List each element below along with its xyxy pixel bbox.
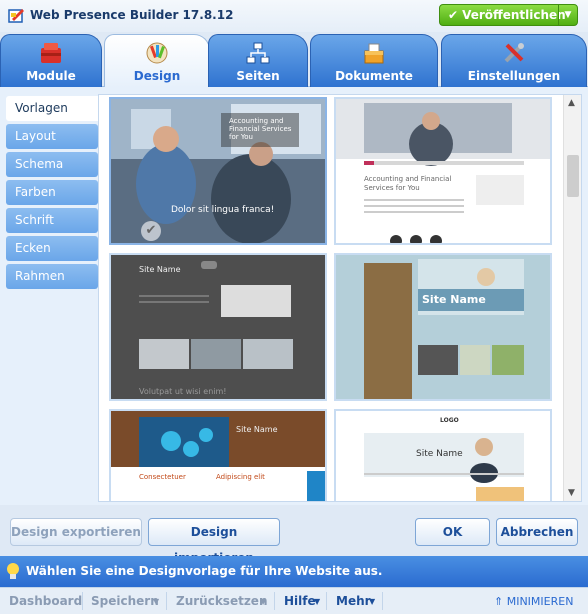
status-bar: Dashboard Speichern ▼ Zurücksetzen ▼ Hil… [0, 587, 588, 614]
sidebar-item-corners[interactable]: Ecken [6, 236, 98, 261]
save-button[interactable]: Speichern [91, 594, 159, 608]
reset-button[interactable]: Zurücksetzen [176, 594, 267, 608]
sidebar-item-layout[interactable]: Layout [6, 124, 98, 149]
tab-label: Seiten [236, 69, 280, 83]
help-menu[interactable]: Hilfe [284, 594, 316, 608]
gallery-scrollbar[interactable]: ▲ ▼ [563, 95, 581, 501]
tab-label: Einstellungen [467, 69, 561, 83]
pages-icon [246, 42, 270, 64]
tab-label: Design [133, 69, 181, 83]
tab-module[interactable]: Module [0, 34, 102, 87]
tab-label: Dokumente [335, 69, 413, 83]
main-tabs: Module Design Seiten Dokumente Einstellu… [0, 32, 588, 88]
minimize-label: MINIMIEREN [506, 595, 574, 608]
app-logo-icon [8, 9, 24, 23]
design-icon [146, 42, 168, 64]
app-title: Web Presence Builder 17.8.12 [30, 8, 234, 22]
separator [326, 592, 327, 610]
double-chevron-up-icon: ⇑ [494, 595, 504, 608]
tab-design[interactable]: Design [104, 34, 210, 88]
scrollbar-thumb[interactable] [567, 155, 579, 197]
publish-button-label: Veröffentlichen [462, 8, 566, 22]
chevron-down-icon[interactable]: ▼ [153, 597, 159, 606]
template-preview-image [111, 411, 325, 501]
chevron-down-icon[interactable]: ▼ [314, 597, 320, 606]
scroll-up-icon[interactable]: ▲ [568, 98, 575, 108]
template-thumbnail[interactable]: Accounting and Financial Services for Yo… [334, 97, 552, 245]
template-headline: Accounting and Financial Services for Yo… [364, 175, 452, 192]
template-subtitle: Accounting and Financial Services for Yo… [229, 117, 292, 141]
template-headline: Site Name [416, 449, 463, 459]
template-thumbnail[interactable]: LOGO Site Name [334, 409, 552, 501]
lightbulb-icon [7, 563, 19, 579]
chevron-down-icon[interactable]: ▼ [369, 597, 375, 606]
template-thumbnail[interactable]: Site Name [334, 253, 552, 401]
template-thumbnail[interactable]: Accounting and Financial Services for Yo… [109, 97, 327, 245]
sidebar-item-schema[interactable]: Schema [6, 152, 98, 177]
checkmark-icon: ✔ [141, 221, 161, 241]
hint-text: Wählen Sie eine Designvorlage für Ihre W… [26, 564, 383, 578]
tab-settings[interactable]: Einstellungen [441, 34, 587, 87]
template-thumbnail[interactable]: Site Name Consectetuer Adipiscing elit [109, 409, 327, 501]
sidebar-item-colors[interactable]: Farben [6, 180, 98, 205]
template-subtitle: Volutpat ut wisi enim! [139, 387, 227, 396]
ok-button[interactable]: OK [415, 518, 490, 546]
template-headline: Dolor sit lingua franca! [171, 205, 275, 215]
template-headline: Site Name [422, 293, 486, 306]
documents-icon [364, 43, 384, 64]
template-thumbnail[interactable]: Site Name Volutpat ut wisi enim! [109, 253, 327, 401]
separator [166, 592, 167, 610]
template-logo: LOGO [440, 417, 459, 424]
more-menu[interactable]: Mehr [336, 594, 371, 608]
module-icon [41, 43, 61, 63]
separator [274, 592, 275, 610]
template-subtitle-2: Adipiscing elit [216, 473, 265, 481]
publish-button[interactable]: ✔ Veröffentlichen ▼ [439, 4, 578, 26]
sidebar-item-borders[interactable]: Rahmen [6, 264, 98, 289]
tab-pages[interactable]: Seiten [208, 34, 308, 87]
sidebar-item-templates[interactable]: Vorlagen [6, 96, 102, 121]
template-preview-image [336, 99, 550, 243]
template-headline: Site Name [236, 425, 278, 434]
import-design-button[interactable]: Design importieren [148, 518, 280, 565]
export-design-button[interactable]: Design exportieren [10, 518, 142, 546]
scroll-down-icon[interactable]: ▼ [568, 488, 575, 498]
title-bar: Web Presence Builder 17.8.12 ✔ Veröffent… [0, 0, 588, 32]
template-headline: Site Name [139, 265, 181, 274]
minimize-button[interactable]: ⇑ MINIMIEREN [494, 595, 573, 608]
checkmark-icon: ✔ [448, 8, 459, 22]
cancel-button[interactable]: Abbrechen [496, 518, 578, 546]
tab-label: Module [26, 69, 76, 83]
template-gallery: Accounting and Financial Services for Yo… [98, 94, 582, 502]
chevron-down-icon[interactable]: ▼ [260, 597, 266, 606]
chevron-down-icon[interactable]: ▼ [558, 5, 577, 25]
hint-bar: Wählen Sie eine Designvorlage für Ihre W… [0, 556, 588, 587]
template-subtitle: Consectetuer [139, 473, 186, 481]
template-preview-image [336, 255, 550, 399]
separator [82, 592, 83, 610]
sidebar-item-font[interactable]: Schrift [6, 208, 98, 233]
tab-documents[interactable]: Dokumente [310, 34, 438, 87]
settings-icon [504, 43, 524, 63]
template-preview-image [111, 255, 325, 399]
separator [382, 592, 383, 610]
design-panel: Vorlagen Layout Schema Farben Schrift Ec… [0, 87, 588, 505]
design-sidebar: Vorlagen Layout Schema Farben Schrift Ec… [6, 96, 102, 292]
dashboard-link[interactable]: Dashboard [9, 594, 82, 608]
